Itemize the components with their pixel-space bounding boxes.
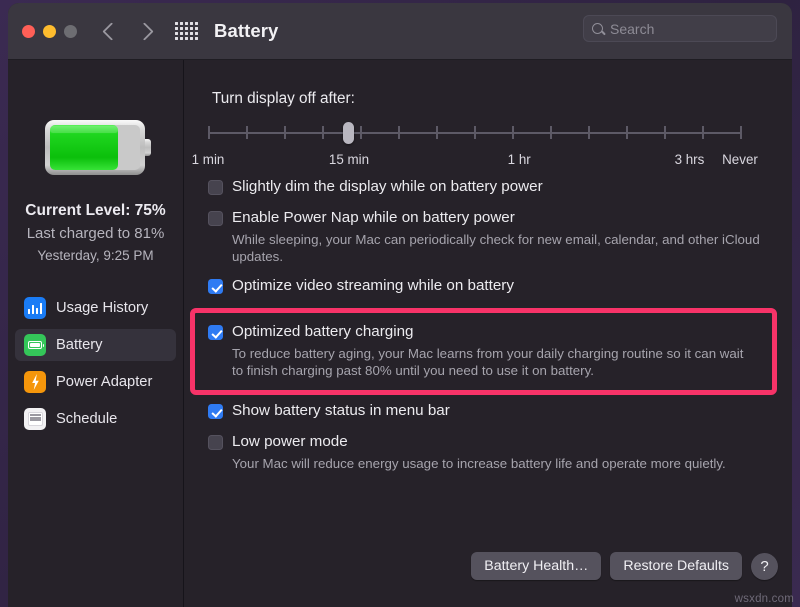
- checkbox[interactable]: [208, 211, 223, 226]
- option-description: While sleeping, your Mac can periodicall…: [232, 232, 760, 264]
- last-charged-time-text: Yesterday, 9:25 PM: [37, 248, 154, 263]
- sidebar-item-label: Power Adapter: [56, 374, 153, 390]
- schedule-icon: [24, 408, 46, 430]
- slider-tick: [398, 126, 400, 139]
- slider-tick: [664, 126, 666, 139]
- battery-icon: [24, 334, 46, 356]
- slider-tick: [322, 126, 324, 139]
- checkbox[interactable]: [208, 325, 223, 340]
- window-toolbar: Battery: [8, 3, 792, 60]
- option-low-power-mode[interactable]: Low power mode: [184, 433, 792, 451]
- desktop-background: Battery Search Current Level: 75% Last c…: [0, 0, 800, 607]
- display-sleep-label: Turn display off after:: [212, 90, 355, 107]
- option-description: To reduce battery aging, your Mac learns…: [232, 346, 744, 378]
- option-slightly-dim[interactable]: Slightly dim the display while on batter…: [184, 178, 792, 196]
- slider-tick: [246, 126, 248, 139]
- checkbox[interactable]: [208, 180, 223, 195]
- options-list: Slightly dim the display while on batter…: [184, 178, 792, 472]
- traffic-lights: [22, 24, 77, 38]
- option-label: Low power mode: [232, 433, 348, 450]
- checkbox[interactable]: [208, 279, 223, 294]
- slider-tick: [284, 126, 286, 139]
- slider-tick: [360, 126, 362, 139]
- highlight-annotation: Optimized battery charging To reduce bat…: [190, 308, 777, 395]
- navigation-arrows: [102, 21, 154, 41]
- option-label: Enable Power Nap while on battery power: [232, 209, 515, 226]
- sidebar: Current Level: 75% Last charged to 81% Y…: [8, 60, 184, 607]
- page-title: Battery: [214, 20, 279, 41]
- grid-apps-icon[interactable]: [175, 22, 198, 40]
- footer-buttons: Battery Health… Restore Defaults ?: [471, 552, 778, 580]
- slider-tick: [474, 126, 476, 139]
- sidebar-item-power-adapter[interactable]: Power Adapter: [15, 366, 176, 398]
- option-label: Slightly dim the display while on batter…: [232, 178, 543, 195]
- search-icon: [592, 23, 603, 34]
- sidebar-nav: Usage History Battery Power Adapter Sche…: [15, 292, 176, 440]
- checkbox[interactable]: [208, 435, 223, 450]
- slider-legend-label: 15 min: [328, 152, 370, 167]
- power-adapter-icon: [24, 371, 46, 393]
- option-power-nap[interactable]: Enable Power Nap while on battery power: [184, 209, 792, 227]
- option-show-battery-status[interactable]: Show battery status in menu bar: [184, 402, 792, 420]
- sidebar-item-battery[interactable]: Battery: [15, 329, 176, 361]
- watermark: wsxdn.com: [734, 593, 794, 605]
- slider-legend-label: Never: [722, 152, 758, 167]
- option-optimize-video-streaming[interactable]: Optimize video streaming while on batter…: [184, 277, 792, 295]
- slider-tick: [740, 126, 742, 139]
- option-optimized-battery-charging[interactable]: Optimized battery charging: [195, 323, 772, 341]
- usage-history-icon: [24, 297, 46, 319]
- option-label: Optimized battery charging: [232, 323, 414, 340]
- checkbox[interactable]: [208, 404, 223, 419]
- option-description: Your Mac will reduce energy usage to inc…: [232, 456, 726, 471]
- window-body: Current Level: 75% Last charged to 81% Y…: [8, 60, 792, 607]
- slider-legend-label: 3 hrs: [674, 152, 705, 167]
- option-label: Optimize video streaming while on batter…: [232, 277, 514, 294]
- slider-tick: [436, 126, 438, 139]
- chevron-left-icon[interactable]: [102, 21, 121, 41]
- slider-tick: [512, 126, 514, 139]
- sidebar-item-label: Usage History: [56, 300, 149, 316]
- sidebar-item-label: Battery: [56, 337, 103, 353]
- slider-legend-label: 1 hr: [507, 152, 531, 167]
- slider-tick: [702, 126, 704, 139]
- zoom-button[interactable]: [64, 24, 77, 38]
- slider-knob[interactable]: [343, 122, 355, 144]
- display-sleep-slider[interactable]: [208, 122, 742, 144]
- minimize-button[interactable]: [43, 24, 56, 38]
- battery-health-button[interactable]: Battery Health…: [471, 552, 602, 580]
- main-pane: Turn display off after: 1 min 15 min 1 h…: [184, 60, 792, 607]
- slider-legend-label: 1 min: [191, 152, 225, 167]
- slider-tick: [626, 126, 628, 139]
- chevron-right-icon[interactable]: [135, 21, 154, 41]
- slider-tick: [208, 126, 210, 139]
- help-button[interactable]: ?: [751, 552, 778, 580]
- option-label: Show battery status in menu bar: [232, 402, 450, 419]
- current-level-text: Current Level: 75%: [25, 202, 166, 219]
- sidebar-item-usage-history[interactable]: Usage History: [15, 292, 176, 324]
- last-charged-text: Last charged to 81%: [26, 225, 165, 242]
- restore-defaults-button[interactable]: Restore Defaults: [610, 552, 742, 580]
- system-preferences-window: Battery Search Current Level: 75% Last c…: [8, 3, 792, 607]
- search-field[interactable]: [583, 15, 777, 42]
- battery-illustration: [45, 120, 151, 175]
- highlight-region: Optimized battery charging To reduce bat…: [184, 308, 792, 400]
- close-button[interactable]: [22, 24, 35, 38]
- sidebar-item-label: Schedule: [56, 411, 118, 427]
- slider-tick: [550, 126, 552, 139]
- slider-tick: [588, 126, 590, 139]
- search-input[interactable]: [610, 20, 760, 37]
- sidebar-item-schedule[interactable]: Schedule: [15, 403, 176, 435]
